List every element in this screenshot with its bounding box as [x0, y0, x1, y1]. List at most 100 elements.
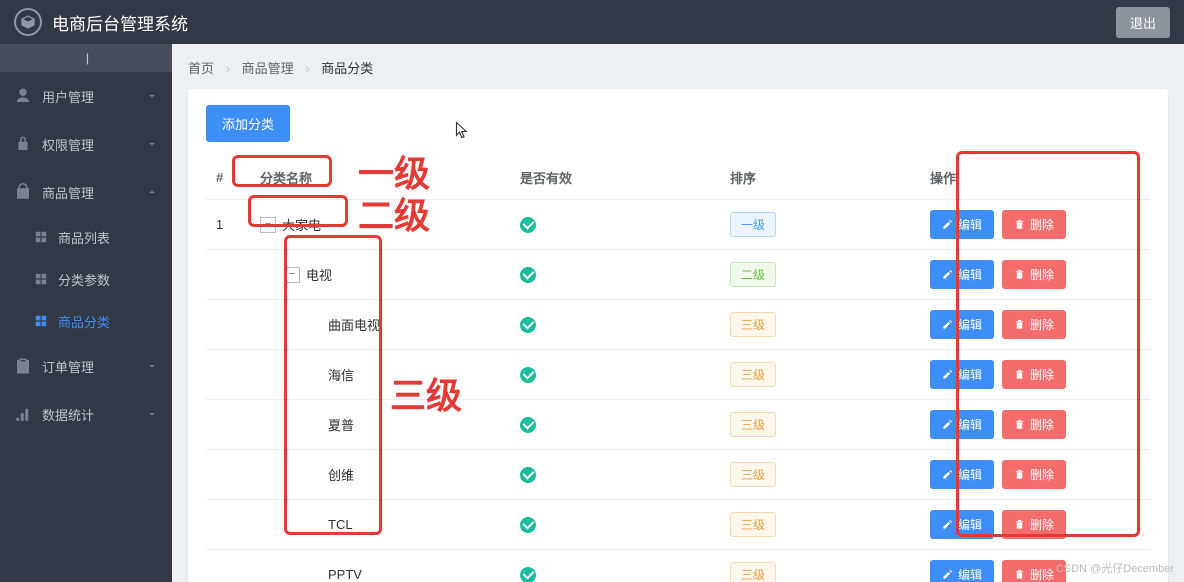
expand-toggle[interactable]: − — [260, 217, 276, 233]
sidebar-collapse-toggle[interactable]: ||| — [0, 44, 172, 72]
edit-button[interactable]: 编辑 — [930, 410, 994, 439]
edit-button[interactable]: 编辑 — [930, 360, 994, 389]
edit-button[interactable]: 编辑 — [930, 260, 994, 289]
cell-name: TCL — [250, 500, 510, 550]
pencil-icon — [942, 469, 953, 480]
edit-label: 编辑 — [958, 316, 982, 333]
check-icon — [520, 467, 536, 483]
edit-label: 编辑 — [958, 566, 982, 582]
cell-index: 1 — [206, 200, 250, 250]
check-icon — [520, 317, 536, 333]
cell-ops: 编辑删除 — [920, 500, 1150, 550]
cell-index — [206, 300, 250, 350]
table-row: 创维三级编辑删除 — [206, 450, 1150, 500]
th-valid: 是否有效 — [510, 156, 720, 200]
breadcrumb-current: 商品分类 — [321, 61, 373, 76]
breadcrumb-sep: › — [226, 61, 230, 76]
category-name: TCL — [328, 517, 353, 532]
logout-button[interactable]: 退出 — [1116, 7, 1170, 38]
cell-sort: 三级 — [720, 550, 920, 582]
check-icon — [520, 267, 536, 283]
trash-icon — [1014, 419, 1025, 430]
edit-button[interactable]: 编辑 — [930, 310, 994, 339]
trash-icon — [1014, 319, 1025, 330]
cell-valid — [510, 500, 720, 550]
delete-button[interactable]: 删除 — [1002, 510, 1066, 539]
cell-valid — [510, 250, 720, 300]
breadcrumb-sep: › — [305, 61, 309, 76]
sidebar-item-label: 用户管理 — [42, 87, 146, 106]
chevron-down-icon — [146, 90, 158, 102]
cell-sort: 三级 — [720, 350, 920, 400]
pencil-icon — [942, 269, 953, 280]
table-row: 1−大家电一级编辑删除 — [206, 200, 1150, 250]
delete-button[interactable]: 删除 — [1002, 410, 1066, 439]
sidebar-item-permissions[interactable]: 权限管理 — [0, 120, 172, 168]
pencil-icon — [942, 419, 953, 430]
clipboard-icon — [14, 357, 32, 375]
th-ops: 操作 — [920, 156, 1150, 200]
sidebar-item-users[interactable]: 用户管理 — [0, 72, 172, 120]
sidebar-sub-label: 商品分类 — [58, 312, 110, 331]
delete-button[interactable]: 删除 — [1002, 310, 1066, 339]
trash-icon — [1014, 469, 1025, 480]
chevron-down-icon — [146, 360, 158, 372]
chart-icon — [14, 405, 32, 423]
expand-toggle[interactable]: − — [284, 267, 300, 283]
chevron-down-icon — [146, 138, 158, 150]
table-row: 曲面电视 三级 编辑 删除 — [206, 300, 1150, 350]
sidebar-sub-goods-list[interactable]: 商品列表 — [0, 216, 172, 258]
delete-button[interactable]: 删除 — [1002, 460, 1066, 489]
edit-button[interactable]: 编辑 — [930, 560, 994, 582]
trash-icon — [1014, 569, 1025, 580]
breadcrumb-section[interactable]: 商品管理 — [242, 61, 294, 76]
grid-icon — [34, 314, 48, 328]
check-icon — [520, 567, 536, 582]
cell-name: 海信 — [250, 350, 510, 400]
grid-icon — [34, 272, 48, 286]
edit-button[interactable]: 编辑 — [930, 460, 994, 489]
sidebar-sub-goods-category[interactable]: 商品分类 — [0, 300, 172, 342]
breadcrumb: 首页 › 商品管理 › 商品分类 — [188, 58, 1168, 77]
edit-button[interactable]: 编辑 — [930, 210, 994, 239]
cell-name: 曲面电视 — [250, 300, 510, 350]
category-name: 曲面电视 — [328, 315, 380, 334]
sidebar-item-label: 订单管理 — [42, 357, 146, 376]
delete-button[interactable]: 删除 — [1002, 260, 1066, 289]
th-sort: 排序 — [720, 156, 920, 200]
cell-sort: 三级 — [720, 400, 920, 450]
cell-name: −电视 — [250, 250, 510, 300]
cell-ops: 编辑 删除 — [920, 450, 1150, 500]
sidebar-item-stats[interactable]: 数据统计 — [0, 390, 172, 438]
table-row: 海信 三级编辑 删除 — [206, 350, 1150, 400]
cell-index — [206, 450, 250, 500]
sidebar-item-goods[interactable]: 商品管理 — [0, 168, 172, 216]
add-category-button[interactable]: 添加分类 — [206, 105, 290, 142]
edit-label: 编辑 — [958, 466, 982, 483]
trash-icon — [1014, 219, 1025, 230]
delete-label: 删除 — [1030, 366, 1054, 383]
chevron-down-icon — [146, 408, 158, 420]
cell-sort: 三级 — [720, 300, 920, 350]
cell-valid — [510, 200, 720, 250]
sidebar-item-orders[interactable]: 订单管理 — [0, 342, 172, 390]
delete-label: 删除 — [1030, 316, 1054, 333]
cell-valid — [510, 350, 720, 400]
delete-button[interactable]: 删除 — [1002, 210, 1066, 239]
level-tag: 三级 — [730, 312, 776, 337]
lock-icon — [14, 135, 32, 153]
trash-icon — [1014, 269, 1025, 280]
table-row: PPTV三级编辑删除 — [206, 550, 1150, 582]
cell-index — [206, 550, 250, 582]
pencil-icon — [942, 519, 953, 530]
edit-label: 编辑 — [958, 416, 982, 433]
cell-index — [206, 400, 250, 450]
category-name: 大家电 — [282, 215, 321, 234]
edit-button[interactable]: 编辑 — [930, 510, 994, 539]
category-table: # 分类名称 是否有效 排序 操作 1−大家电一级编辑删除−电视二级编辑删除曲面… — [206, 156, 1150, 582]
watermark: CSDN @光仔December — [1056, 560, 1174, 576]
breadcrumb-home[interactable]: 首页 — [188, 61, 214, 76]
cell-sort: 二级 — [720, 250, 920, 300]
delete-button[interactable]: 删除 — [1002, 360, 1066, 389]
sidebar-sub-category-params[interactable]: 分类参数 — [0, 258, 172, 300]
